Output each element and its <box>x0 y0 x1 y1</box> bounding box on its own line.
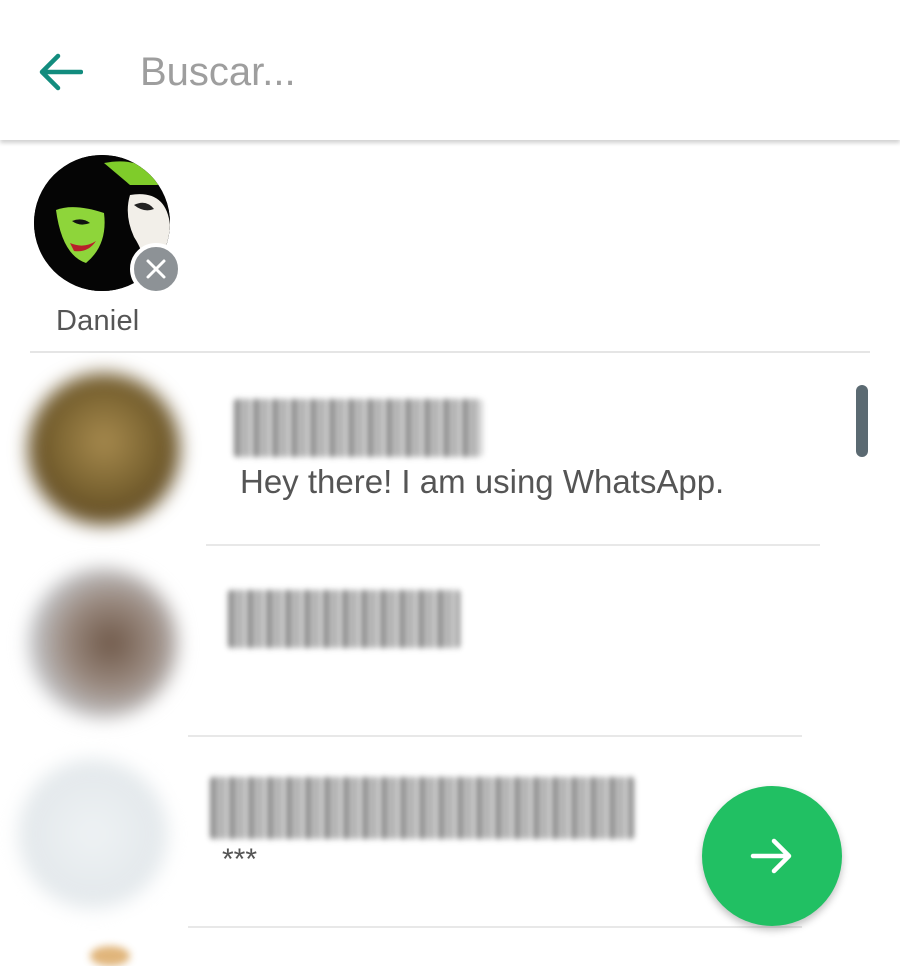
remove-contact-button[interactable] <box>130 243 182 295</box>
next-button[interactable] <box>702 786 842 926</box>
search-bar <box>0 0 900 140</box>
back-button[interactable] <box>30 44 90 100</box>
contact-status: *** <box>222 843 258 876</box>
avatar <box>18 759 168 909</box>
contact-row[interactable] <box>0 546 900 737</box>
avatar <box>28 568 178 718</box>
close-icon <box>146 259 166 279</box>
contact-status: Hey there! I am using WhatsApp. <box>240 463 725 500</box>
avatar <box>90 946 130 966</box>
avatar <box>28 373 180 525</box>
divider <box>30 351 870 353</box>
selected-contacts-strip: Daniel <box>0 140 900 353</box>
divider <box>188 926 802 928</box>
selected-contact-name: Daniel <box>56 305 140 337</box>
search-input[interactable] <box>140 40 840 104</box>
arrow-left-icon <box>39 53 83 91</box>
contact-name-blurred <box>210 777 634 839</box>
contact-row[interactable]: Hey there! I am using WhatsApp. <box>0 355 900 546</box>
contact-name-blurred <box>234 399 482 457</box>
scrollbar[interactable] <box>856 385 868 457</box>
arrow-right-icon <box>750 838 792 874</box>
contact-name-blurred <box>228 590 460 648</box>
